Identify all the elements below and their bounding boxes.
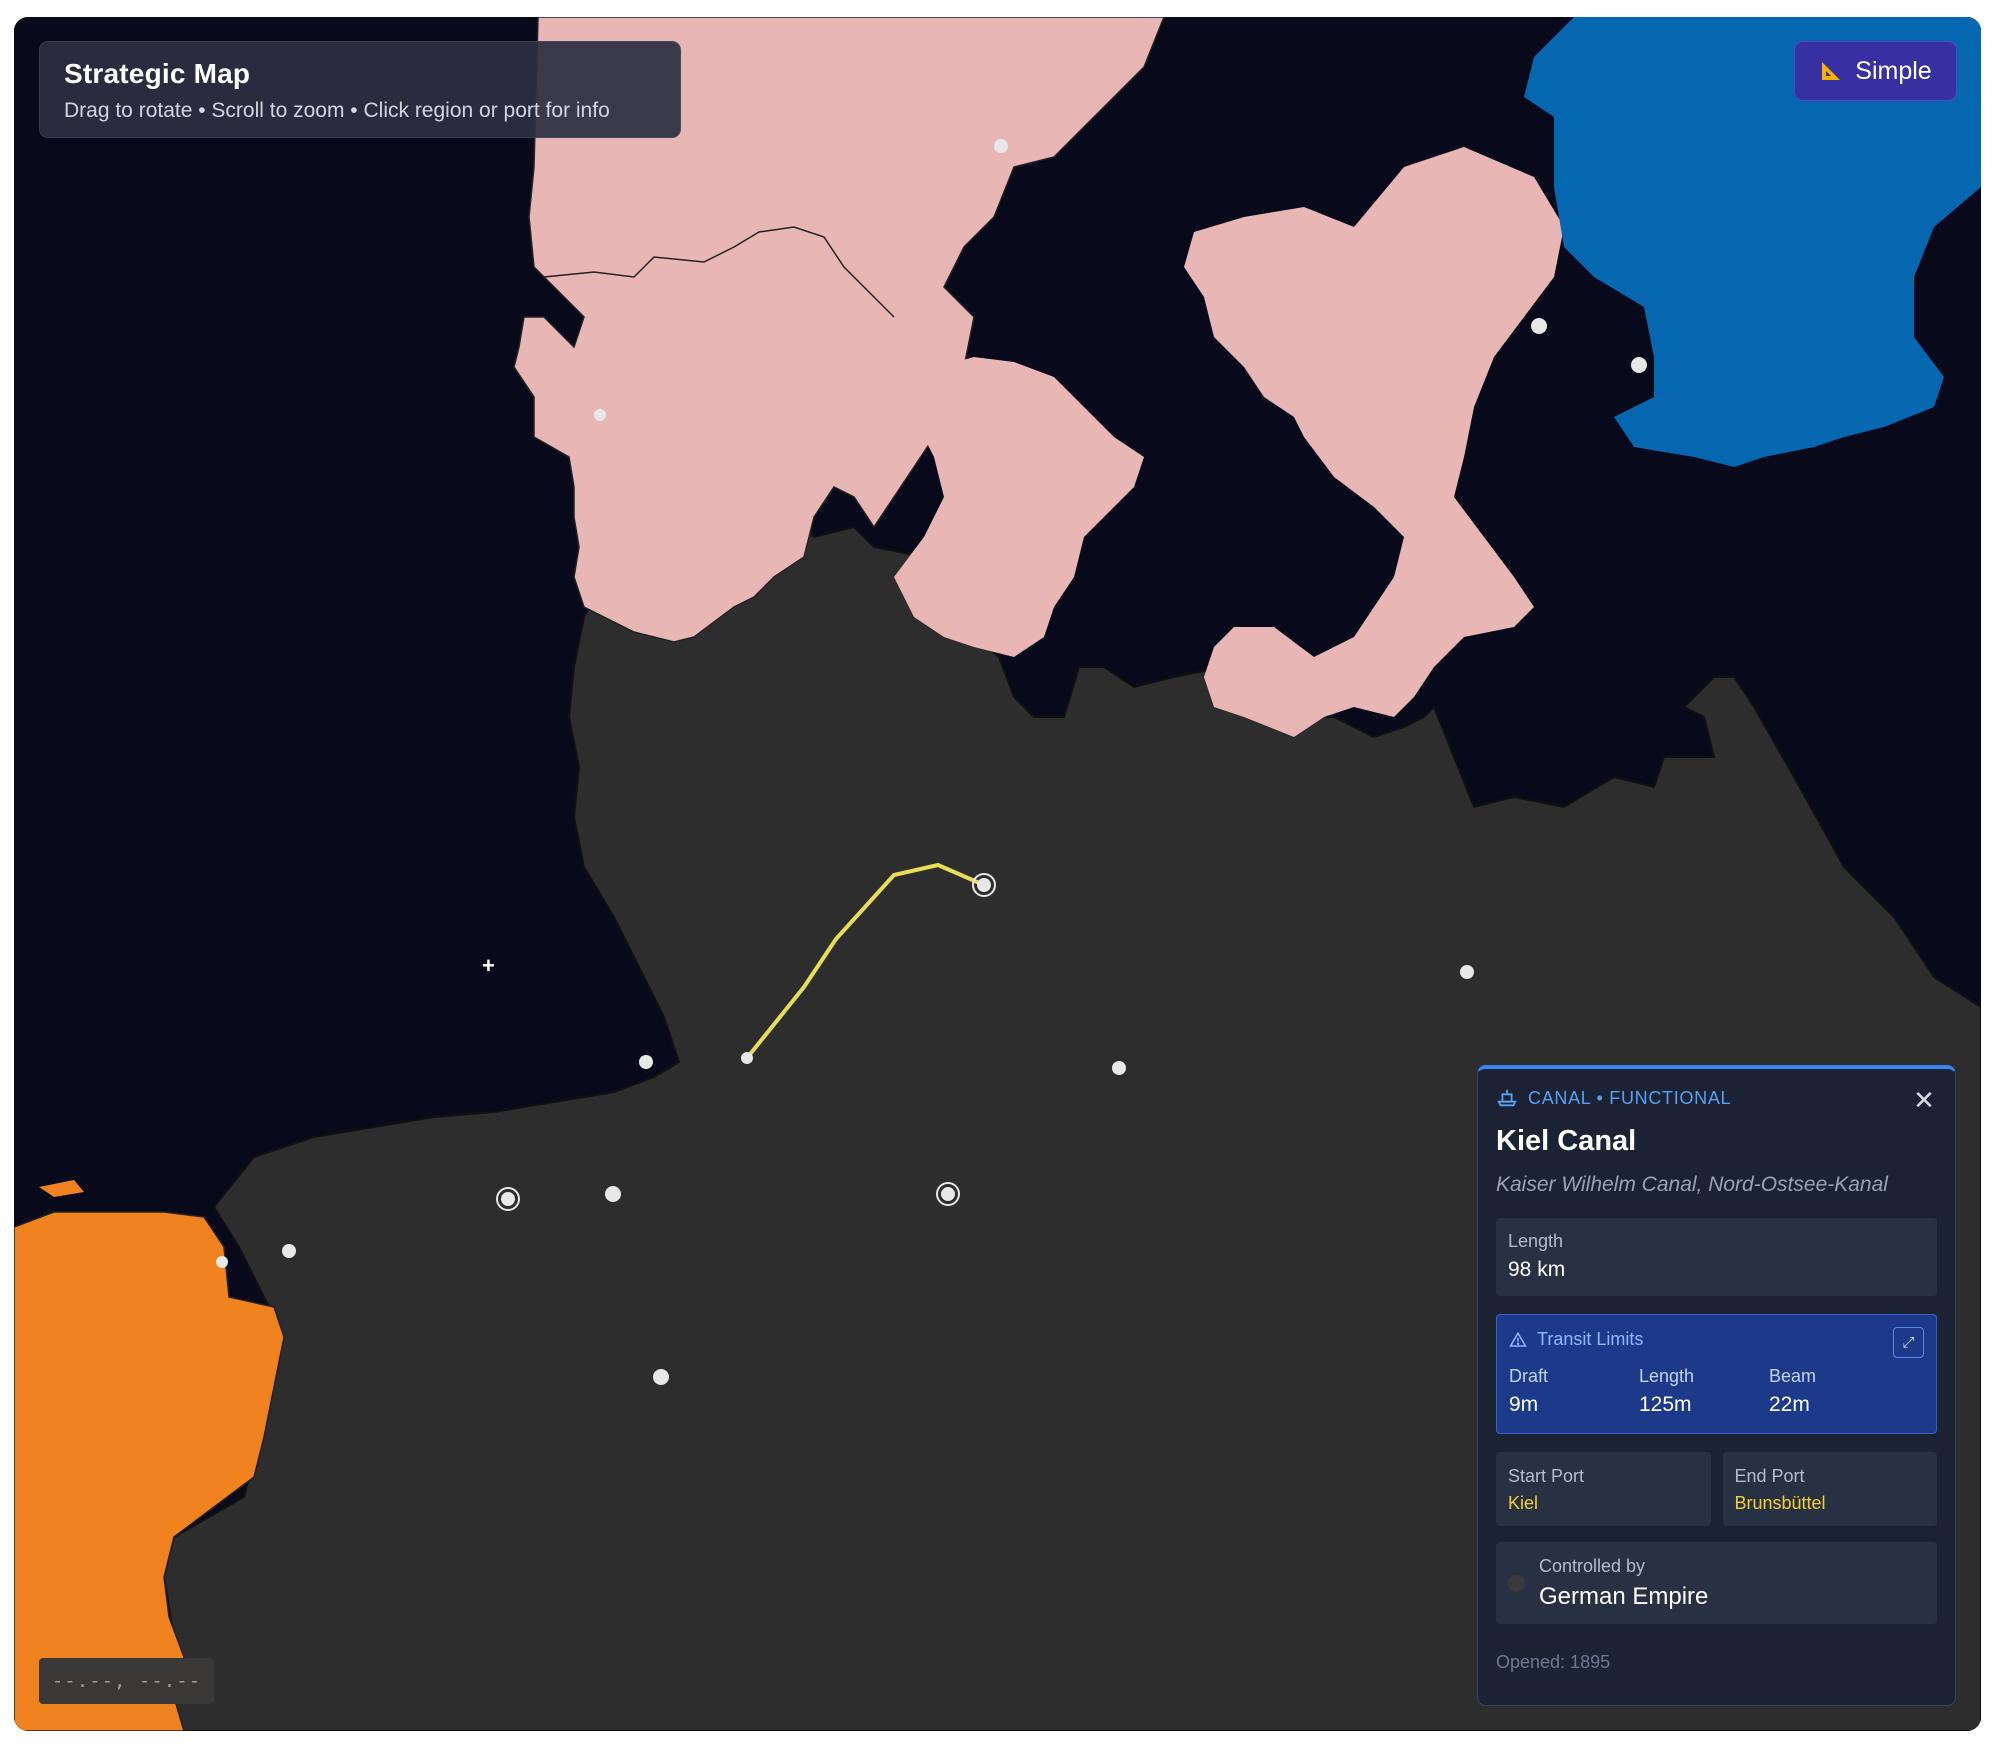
map-title-card: Strategic Map Drag to rotate • Scroll to… [39,41,681,138]
strategic-map[interactable]: + Strategic Map Drag to rotate • Scroll … [14,17,1981,1731]
ship-icon [1497,1089,1517,1107]
transit-limit-value: 22m [1769,1393,1810,1416]
panel-title: Kiel Canal [1496,1125,1637,1157]
port-marker[interactable] [1112,1061,1126,1075]
length-label: Length [1508,1231,1564,1251]
transit-limit-value: 9m [1509,1393,1539,1416]
ruler-triangle-icon [1822,62,1841,80]
transit-draft: Draft 9m [1509,1366,1639,1417]
transit-length: Length 125m [1639,1366,1769,1417]
transit-title: Transit Limits [1537,1329,1644,1349]
end-port-label: End Port [1734,1466,1805,1486]
start-port-label: Start Port [1508,1466,1585,1486]
map-mode-label: Simple [1855,56,1932,85]
port-marker[interactable] [1531,318,1547,334]
close-icon[interactable]: ✕ [1911,1087,1937,1113]
controller-color-dot [1508,1574,1525,1592]
port-marker[interactable] [994,139,1008,153]
controller-label: Controlled by [1539,1555,1646,1576]
length-value: 98 km [1508,1258,1566,1281]
opened-year: Opened: 1895 [1496,1652,1611,1672]
panel-alt-names: Kaiser Wilhelm Canal, Nord-Ostsee-Kanal [1496,1173,1888,1196]
port-marker[interactable] [1460,965,1474,979]
transit-limit-label: Length [1639,1366,1695,1386]
controller-box[interactable]: Controlled by German Empire [1496,1542,1937,1624]
port-marker[interactable] [741,1052,753,1064]
info-panel: CANAL • FUNCTIONAL ✕ Kiel Canal Kaiser W… [1477,1065,1956,1706]
port-marker[interactable] [653,1369,669,1385]
panel-type-row: CANAL • FUNCTIONAL [1496,1087,1937,1109]
end-port-link[interactable]: Brunsbüttel [1735,1493,1926,1514]
map-mode-button[interactable]: Simple [1794,41,1957,101]
warning-triangle-icon [1509,1331,1527,1347]
controller-name: German Empire [1539,1582,1709,1610]
start-port-link[interactable]: Kiel [1508,1493,1699,1514]
transit-limit-label: Draft [1509,1366,1549,1386]
expand-arrows-icon[interactable]: ⤢ [1893,1327,1924,1358]
port-row: Start Port Kiel End Port Brunsbüttel [1496,1452,1937,1526]
port-marker[interactable] [594,409,606,421]
transit-limits-grid: Draft 9m Length 125m Beam 22m [1509,1366,1924,1417]
port-marker[interactable] [1631,357,1647,373]
transit-beam: Beam 22m [1769,1366,1899,1417]
transit-limit-value: 125m [1639,1393,1692,1416]
end-port-box[interactable]: End Port Brunsbüttel [1722,1452,1937,1526]
transit-limit-label: Beam [1769,1366,1817,1386]
map-instructions: Drag to rotate • Scroll to zoom • Click … [64,99,610,122]
coordinate-readout: --.--, --.-- [39,1658,214,1704]
port-marker[interactable] [639,1055,653,1069]
page-title: Strategic Map [64,58,251,89]
port-marker[interactable] [216,1256,228,1268]
port-marker[interactable] [605,1186,621,1202]
panel-type-label: CANAL • FUNCTIONAL [1528,1087,1732,1108]
transit-header: Transit Limits [1509,1329,1924,1350]
crosshair-icon: + [482,953,495,978]
port-marker[interactable] [282,1244,296,1258]
length-stat: Length 98 km [1496,1218,1937,1296]
start-port-box[interactable]: Start Port Kiel [1496,1452,1711,1526]
transit-limits-box: Transit Limits ⤢ Draft 9m Length 125m Be… [1496,1314,1937,1434]
